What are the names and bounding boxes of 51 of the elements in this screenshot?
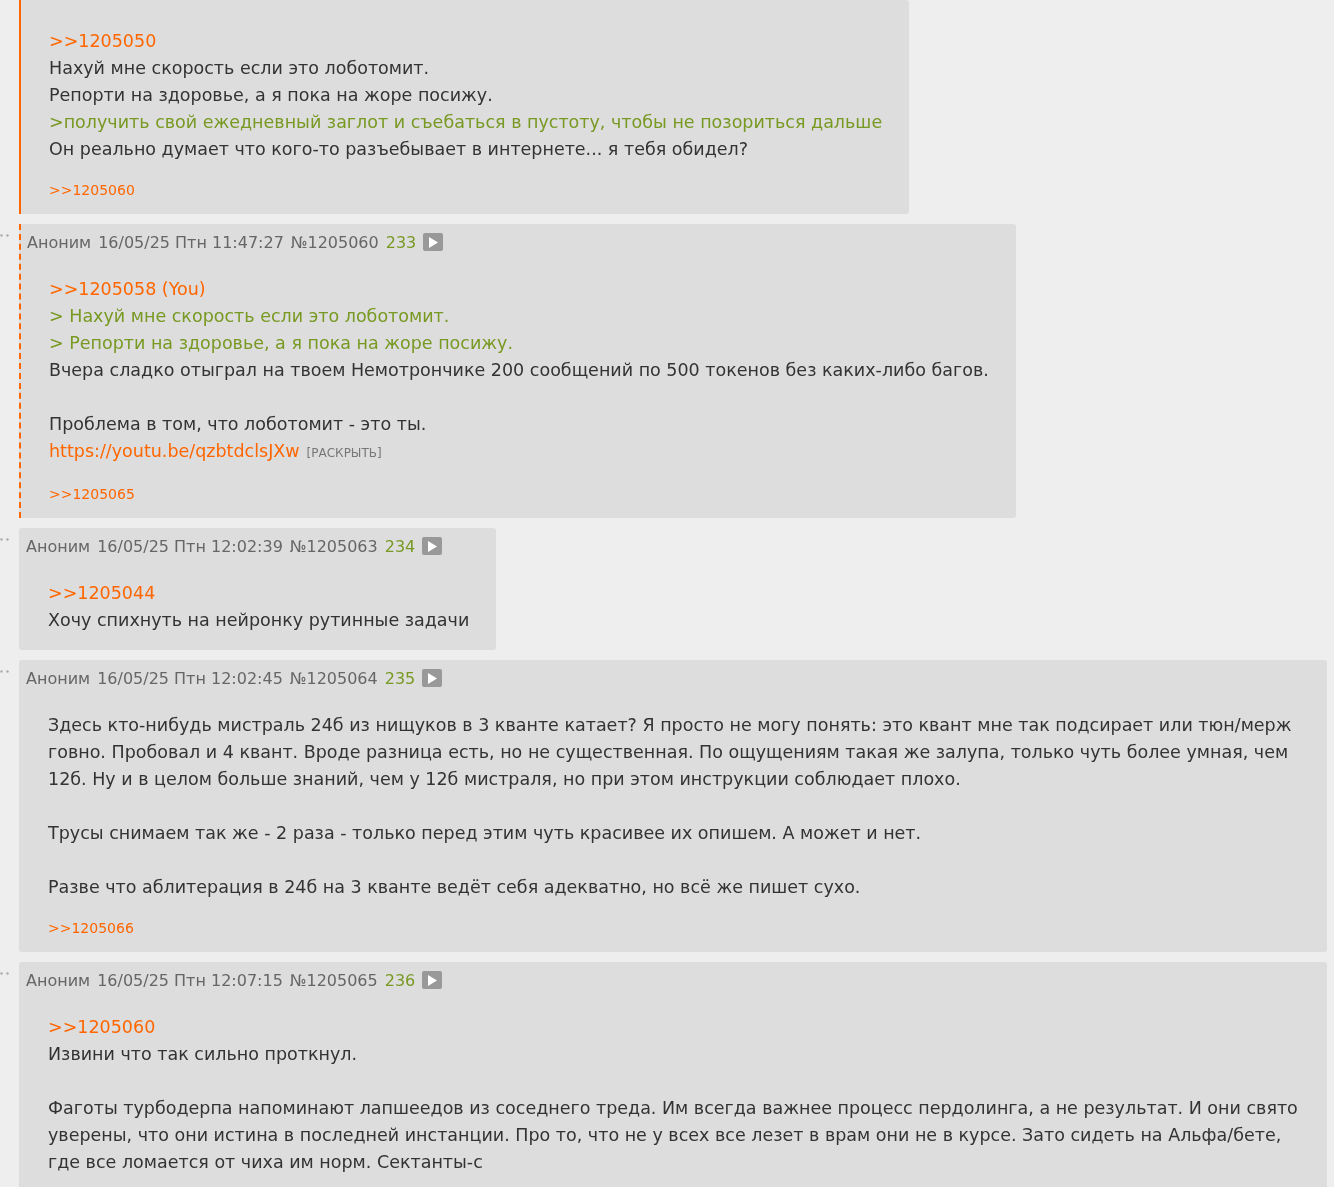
post-text: Репорти на здоровье, а я пока на жоре посижу. — [49, 84, 494, 107]
reply-link[interactable]: >>1205050 — [49, 28, 883, 55]
video-link[interactable]: https://youtu.be/qzbtdclsJXw — [49, 441, 300, 461]
reply-link[interactable]: >>1205066 — [48, 920, 134, 936]
post-number[interactable]: №1205064 — [289, 668, 378, 688]
play-icon — [427, 672, 438, 684]
reply-link[interactable]: >>1205060 — [49, 182, 135, 198]
reply-link[interactable]: >>1205044 — [48, 580, 470, 607]
post-text: Фаготы турбодерпа напоминают лапшеедов из соседнего треда. Им всегда важнее процесс пердолинга, а не результат. И они свято уверены, что они истина в последней инстанции. Про то, что не у всех все лезет в врам они не в курсе. Зато сидеть на Альфа/бете, где все ломается от чиха им норм. Сектанты-с — [48, 1097, 1299, 1174]
dots-icon[interactable] — [0, 538, 10, 541]
quote-text: > Репорти на здоровье, а я пока на жоре посижу. — [49, 332, 514, 355]
post-text: Проблема в том, что лоботомит - это ты. — [49, 413, 428, 436]
post-date: 16/05/25 Птн 12:07:15 — [97, 970, 283, 990]
post-text: Он реально думает что кого-то разъебывает в интернете... я тебя обидел? — [49, 138, 750, 161]
post-index: 235 — [384, 668, 416, 688]
dots-icon[interactable] — [0, 670, 10, 673]
reply-link[interactable]: >>1205060 — [48, 1014, 1300, 1041]
post-number[interactable]: №1205065 — [289, 970, 378, 990]
play-icon — [427, 974, 438, 986]
play-button[interactable] — [422, 537, 443, 555]
post-text: Извини что так сильно проткнул. — [48, 1043, 359, 1066]
poster-name: Аноним — [27, 232, 92, 252]
poster-name: Аноним — [26, 668, 91, 688]
poster-name: Аноним — [26, 536, 91, 556]
post-number[interactable]: №1205063 — [289, 536, 378, 556]
play-icon — [428, 236, 439, 248]
post-text: Здесь кто-нибудь мистраль 24б из нищуков в 3 кванте катает? Я просто не могу понять: это квант мне так подсирает или тюн/мерж говно. Пробовал и 4 квант. Вроде разница есть, но не существенная. По ощущениям такая же залупа, только чуть более умная, чем 12б. Ну и в целом больше знаний, чем у 12б мистраля, но при этом инструкции соблюдает плохо. — [48, 714, 1293, 791]
poster-name: Аноним — [26, 970, 91, 990]
play-button[interactable] — [422, 669, 443, 687]
post-text: Хочу спихнуть на нейронку рутинные задачи — [48, 609, 470, 632]
quote-text: >получить свой ежедневный заглот и съебаться в пустоту, чтобы не позориться дальше — [49, 111, 883, 134]
post-index: 233 — [385, 232, 417, 252]
post-date: 16/05/25 Птн 12:02:39 — [97, 536, 283, 556]
post-index: 236 — [384, 970, 416, 990]
play-icon — [427, 540, 438, 552]
dots-icon[interactable] — [0, 972, 10, 975]
post-date: 16/05/25 Птн 11:47:27 — [98, 232, 284, 252]
post-text: Разве что аблитерация в 24б на 3 кванте ведёт себя адекватно, но всё же пишет сухо. — [48, 876, 862, 899]
reply-link[interactable]: >>1205058 (You) — [49, 276, 989, 303]
quote-text: > Нахуй мне скорость если это лоботомит. — [49, 305, 451, 328]
reply-link[interactable]: >>1205065 — [49, 486, 135, 502]
post-number[interactable]: №1205060 — [290, 232, 379, 252]
expand-link[interactable]: [РАСКРЫТЬ] — [306, 446, 382, 460]
post-text: Трусы снимаем так же - 2 раза - только перед этим чуть красивее их опишем. А может и нет. — [48, 822, 923, 845]
play-button[interactable] — [422, 971, 443, 989]
post-text: Нахуй мне скорость если это лоботомит. — [49, 57, 431, 80]
dots-icon[interactable] — [0, 234, 10, 237]
play-button[interactable] — [423, 233, 444, 251]
post-date: 16/05/25 Птн 12:02:45 — [97, 668, 283, 688]
post-index: 234 — [384, 536, 416, 556]
post-text: Вчера сладко отыграл на твоем Немотрончике 200 сообщений по 500 токенов без каких-либо багов. — [49, 359, 989, 382]
